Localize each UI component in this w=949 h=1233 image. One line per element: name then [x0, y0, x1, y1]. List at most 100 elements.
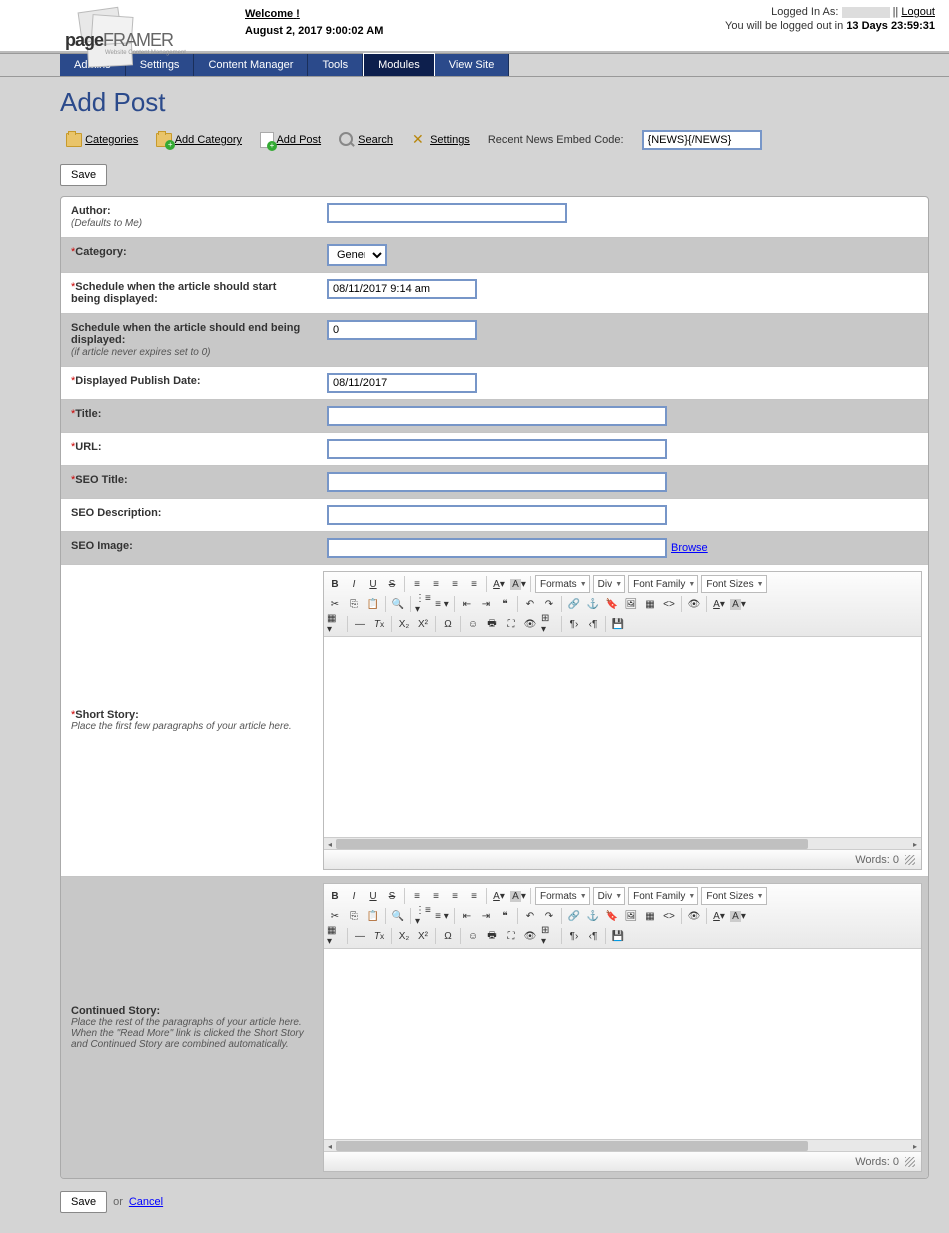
preview-icon[interactable]: 👁 — [685, 595, 703, 613]
table-icon[interactable]: ▦ ▾ — [326, 927, 344, 945]
align-right-icon[interactable]: ≡ — [446, 887, 464, 905]
publish-input[interactable] — [327, 373, 477, 393]
anchor-icon[interactable]: ⚓ — [584, 907, 602, 925]
number-list-icon[interactable]: ≡ ▾ — [433, 907, 451, 925]
show-icon[interactable]: 👁 — [521, 615, 539, 633]
print-icon[interactable]: 🖶 — [483, 927, 501, 945]
text-color2-icon[interactable]: A ▾ — [710, 907, 728, 925]
quote-icon[interactable]: ❝ — [496, 595, 514, 613]
cut-icon[interactable]: ✂ — [326, 595, 344, 613]
formats-dropdown[interactable]: Formats — [535, 575, 590, 593]
search-link[interactable]: Search — [358, 134, 393, 146]
sup-icon[interactable]: X² — [414, 927, 432, 945]
add-post-link[interactable]: Add Post — [276, 134, 321, 146]
quote-icon[interactable]: ❝ — [496, 907, 514, 925]
end-input[interactable] — [327, 320, 477, 340]
media-icon[interactable]: ▦ — [641, 907, 659, 925]
sup-icon[interactable]: X² — [414, 615, 432, 633]
rte-scrollbar[interactable]: ◂▸ — [324, 1139, 921, 1151]
undo-icon[interactable]: ↶ — [521, 907, 539, 925]
div-dropdown[interactable]: Div — [593, 887, 625, 905]
table-icon[interactable]: ▦ ▾ — [326, 615, 344, 633]
fullscreen-icon[interactable]: ⛶ — [502, 615, 520, 633]
outdent-icon[interactable]: ⇤ — [458, 595, 476, 613]
char-icon[interactable]: Ω — [439, 615, 457, 633]
clear-icon[interactable]: Tx — [370, 927, 388, 945]
sub-icon[interactable]: X₂ — [395, 615, 413, 633]
code-icon[interactable]: <> — [660, 595, 678, 613]
author-input[interactable] — [327, 203, 567, 223]
help-icon[interactable]: ⊞ ▾ — [540, 927, 558, 945]
anchor-icon[interactable]: ⚓ — [584, 595, 602, 613]
emoji-icon[interactable]: ☺ — [464, 927, 482, 945]
underline-icon[interactable]: U — [364, 575, 382, 593]
save-icon[interactable]: 💾 — [609, 927, 627, 945]
show-icon[interactable]: 👁 — [521, 927, 539, 945]
media-icon[interactable]: ▦ — [641, 595, 659, 613]
resize-grip-icon[interactable] — [905, 855, 915, 865]
seo-image-input[interactable] — [327, 538, 667, 558]
font_sizes-dropdown[interactable]: Font Sizes — [701, 575, 766, 593]
nav-tab-view-site[interactable]: View Site — [435, 54, 510, 76]
align-center-icon[interactable]: ≡ — [427, 887, 445, 905]
copy-icon[interactable]: ⎘ — [345, 595, 363, 613]
url-input[interactable] — [327, 439, 667, 459]
bg-color-icon[interactable]: A ▾ — [509, 887, 527, 905]
align-left-icon[interactable]: ≡ — [408, 887, 426, 905]
embed-code-input[interactable] — [642, 130, 762, 150]
cut-icon[interactable]: ✂ — [326, 907, 344, 925]
strike-icon[interactable]: S — [383, 575, 401, 593]
bookmark-icon[interactable]: 🔖 — [603, 907, 621, 925]
font_family-dropdown[interactable]: Font Family — [628, 887, 698, 905]
sub-icon[interactable]: X₂ — [395, 927, 413, 945]
image-icon[interactable]: 🖼 — [622, 907, 640, 925]
link-icon[interactable]: 🔗 — [565, 907, 583, 925]
div-dropdown[interactable]: Div — [593, 575, 625, 593]
bg-color2-icon[interactable]: A ▾ — [729, 907, 747, 925]
ltr-icon[interactable]: ¶› — [565, 927, 583, 945]
align-center-icon[interactable]: ≡ — [427, 575, 445, 593]
link-icon[interactable]: 🔗 — [565, 595, 583, 613]
rtl-icon[interactable]: ‹¶ — [584, 927, 602, 945]
strike-icon[interactable]: S — [383, 887, 401, 905]
bg-color-icon[interactable]: A ▾ — [509, 575, 527, 593]
redo-icon[interactable]: ↷ — [540, 595, 558, 613]
bullet-list-icon[interactable]: ⋮≡ ▾ — [414, 907, 432, 925]
emoji-icon[interactable]: ☺ — [464, 615, 482, 633]
fullscreen-icon[interactable]: ⛶ — [502, 927, 520, 945]
formats-dropdown[interactable]: Formats — [535, 887, 590, 905]
seo-title-input[interactable] — [327, 472, 667, 492]
save-icon[interactable]: 💾 — [609, 615, 627, 633]
nav-tab-content-manager[interactable]: Content Manager — [194, 54, 308, 76]
indent-icon[interactable]: ⇥ — [477, 907, 495, 925]
nav-tab-modules[interactable]: Modules — [363, 53, 435, 76]
hr-icon[interactable]: — — [351, 615, 369, 633]
logout-link[interactable]: Logout — [901, 6, 935, 18]
seo-desc-input[interactable] — [327, 505, 667, 525]
text-color-icon[interactable]: A ▾ — [490, 575, 508, 593]
align-left-icon[interactable]: ≡ — [408, 575, 426, 593]
paste-icon[interactable]: 📋 — [364, 595, 382, 613]
redo-icon[interactable]: ↷ — [540, 907, 558, 925]
bold-icon[interactable]: B — [326, 575, 344, 593]
indent-icon[interactable]: ⇥ — [477, 595, 495, 613]
find-icon[interactable]: 🔍 — [389, 907, 407, 925]
bookmark-icon[interactable]: 🔖 — [603, 595, 621, 613]
save-button-bottom[interactable]: Save — [60, 1191, 107, 1213]
add-category-link[interactable]: Add Category — [175, 134, 242, 146]
nav-tab-tools[interactable]: Tools — [308, 54, 363, 76]
help-icon[interactable]: ⊞ ▾ — [540, 615, 558, 633]
underline-icon[interactable]: U — [364, 887, 382, 905]
image-icon[interactable]: 🖼 — [622, 595, 640, 613]
align-right-icon[interactable]: ≡ — [446, 575, 464, 593]
categories-link[interactable]: Categories — [85, 134, 138, 146]
find-icon[interactable]: 🔍 — [389, 595, 407, 613]
text-color2-icon[interactable]: A ▾ — [710, 595, 728, 613]
ltr-icon[interactable]: ¶› — [565, 615, 583, 633]
text-color-icon[interactable]: A ▾ — [490, 887, 508, 905]
browse-link[interactable]: Browse — [671, 542, 708, 554]
font_family-dropdown[interactable]: Font Family — [628, 575, 698, 593]
category-select[interactable]: General — [327, 244, 387, 266]
resize-grip-icon[interactable] — [905, 1157, 915, 1167]
paste-icon[interactable]: 📋 — [364, 907, 382, 925]
